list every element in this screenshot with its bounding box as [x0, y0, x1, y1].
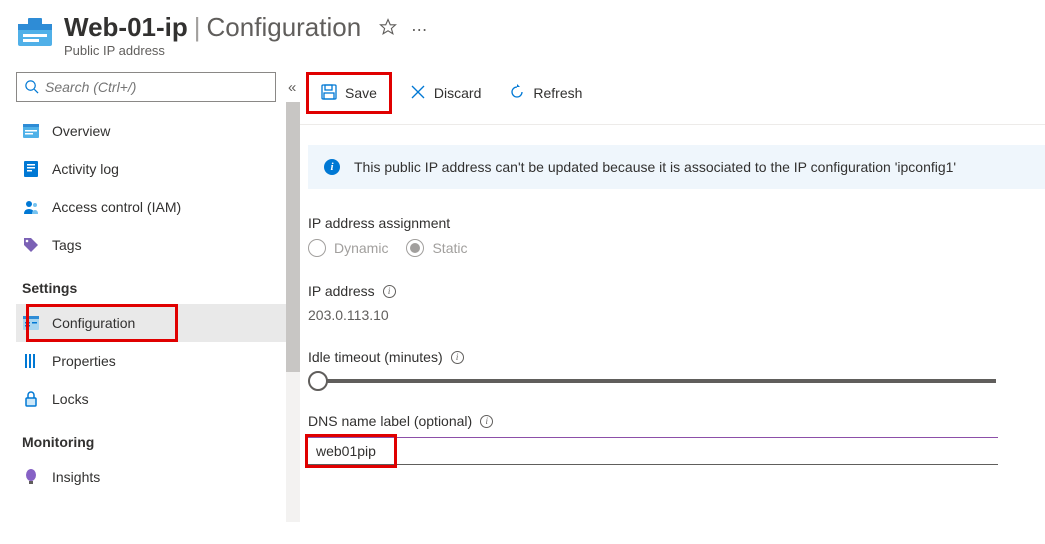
- activity-log-icon: [22, 160, 40, 178]
- sidebar-item-access-control[interactable]: Access control (IAM): [16, 188, 300, 226]
- resource-name: Web-01-ip: [64, 12, 188, 43]
- discard-label: Discard: [434, 85, 481, 101]
- favorite-button[interactable]: [379, 18, 397, 41]
- sidebar-item-label: Activity log: [52, 161, 119, 177]
- sidebar-section-monitoring: Monitoring: [16, 418, 300, 458]
- toolbar: Save Discard Refresh: [300, 72, 1045, 125]
- tags-icon: [22, 236, 40, 254]
- save-label: Save: [345, 85, 377, 101]
- access-control-icon: [22, 198, 40, 216]
- info-circle-icon[interactable]: i: [480, 415, 493, 428]
- sidebar-item-label: Access control (IAM): [52, 199, 181, 215]
- dns-name-input[interactable]: [308, 437, 998, 465]
- info-icon: i: [324, 159, 340, 175]
- slider-thumb[interactable]: [308, 371, 328, 391]
- sidebar-scrollbar[interactable]: [286, 102, 300, 522]
- title-separator: |: [194, 12, 201, 43]
- radio-static: Static: [406, 239, 467, 257]
- page-name: Configuration: [207, 12, 362, 43]
- locks-icon: [22, 390, 40, 408]
- ip-address-label: IP address i: [308, 283, 1045, 299]
- highlight-save: Save: [306, 72, 392, 114]
- sidebar-item-tags[interactable]: Tags: [16, 226, 300, 264]
- resource-type: Public IP address: [64, 43, 361, 58]
- sidebar-item-label: Configuration: [52, 315, 135, 331]
- public-ip-icon: [16, 14, 54, 48]
- sidebar: « Overview Activity log Access control (…: [0, 64, 300, 544]
- scrollbar-thumb[interactable]: [286, 102, 300, 372]
- sidebar-item-label: Insights: [52, 469, 100, 485]
- sidebar-item-insights[interactable]: Insights: [16, 458, 300, 496]
- info-circle-icon[interactable]: i: [451, 351, 464, 364]
- idle-timeout-slider[interactable]: [316, 379, 996, 383]
- sidebar-item-overview[interactable]: Overview: [16, 112, 300, 150]
- sidebar-section-settings: Settings: [16, 264, 300, 304]
- sidebar-item-label: Overview: [52, 123, 110, 139]
- discard-button[interactable]: Discard: [400, 77, 491, 109]
- info-circle-icon[interactable]: i: [383, 285, 396, 298]
- main-content: Save Discard Refresh i This public IP ad…: [300, 64, 1045, 544]
- idle-timeout-label: Idle timeout (minutes) i: [308, 349, 1045, 365]
- discard-icon: [410, 84, 426, 103]
- ip-assignment-radios: Dynamic Static: [308, 239, 1045, 257]
- refresh-icon: [509, 84, 525, 103]
- collapse-sidebar-button[interactable]: «: [288, 79, 296, 96]
- sidebar-item-label: Locks: [52, 391, 89, 407]
- search-icon: [24, 79, 39, 99]
- info-banner-text: This public IP address can't be updated …: [354, 159, 956, 175]
- save-icon: [321, 84, 337, 103]
- more-button[interactable]: ⋯: [411, 20, 429, 40]
- sidebar-item-activity-log[interactable]: Activity log: [16, 150, 300, 188]
- sidebar-item-label: Properties: [52, 353, 116, 369]
- ip-address-value: 203.0.113.10: [308, 307, 1045, 323]
- dns-label: DNS name label (optional) i: [308, 413, 1045, 429]
- save-button[interactable]: Save: [311, 77, 387, 109]
- sidebar-item-locks[interactable]: Locks: [16, 380, 300, 418]
- sidebar-search-input[interactable]: [16, 72, 276, 102]
- configuration-icon: [22, 314, 40, 332]
- overview-icon: [22, 122, 40, 140]
- sidebar-item-label: Tags: [52, 237, 82, 253]
- sidebar-item-properties[interactable]: Properties: [16, 342, 300, 380]
- refresh-label: Refresh: [533, 85, 582, 101]
- info-banner: i This public IP address can't be update…: [308, 145, 1045, 189]
- radio-dynamic: Dynamic: [308, 239, 388, 257]
- refresh-button[interactable]: Refresh: [499, 77, 592, 109]
- sidebar-item-configuration[interactable]: Configuration: [16, 304, 300, 342]
- ip-assignment-label: IP address assignment: [308, 215, 1045, 231]
- properties-icon: [22, 352, 40, 370]
- page-header: Web-01-ip | Configuration Public IP addr…: [0, 0, 1045, 64]
- insights-icon: [22, 468, 40, 486]
